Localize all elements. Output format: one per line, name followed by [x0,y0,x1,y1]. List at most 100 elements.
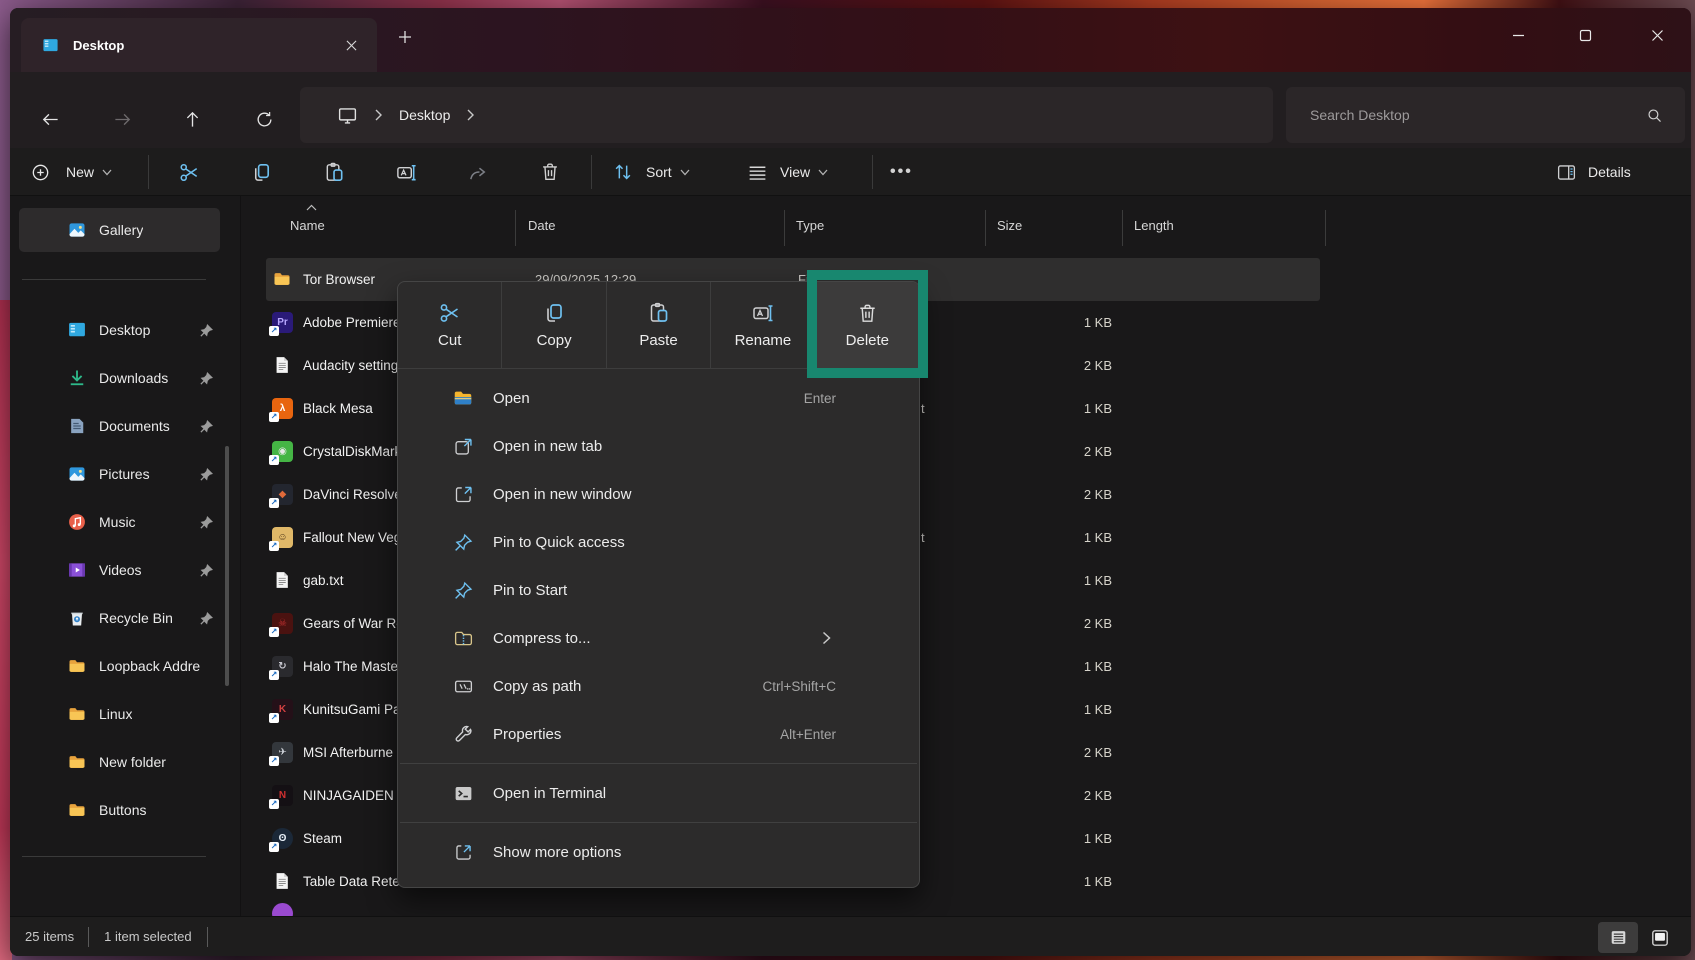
file-size: 1 KB [1010,530,1112,545]
app-shortcut-icon: λ↗ [272,398,293,419]
shortcut-arrow-icon: ↗ [269,627,279,637]
file-name: MSI Afterburne [303,745,393,760]
paste-button[interactable]: Paste [606,282,710,368]
pin-icon [451,532,475,553]
file-name: KunitsuGami Pa [303,702,401,717]
menu-item-label: Properties [493,726,561,743]
copy-button[interactable]: Copy [501,282,605,368]
item-count: 25 items [25,929,74,944]
app-shortcut-icon: ☠↗ [272,613,293,634]
menu-item-shortcut: Enter [804,391,836,406]
chevron-right-icon [822,631,831,645]
paste-icon [647,301,671,325]
quick-action-label: Rename [735,332,792,349]
menu-item-open-in-new-tab[interactable]: Open in new tab [398,422,919,470]
shortcut-arrow-icon: ↗ [269,455,279,465]
scissors-icon [438,301,462,325]
context-menu-items: OpenEnter Open in new tab Open in new wind… [398,369,919,882]
menu-item-open-in-terminal[interactable]: Open in Terminal [398,769,919,817]
file-name: NINJAGAIDEN 2 [303,788,405,803]
file-size: 2 KB [1010,788,1112,803]
menu-item-pin-to-start[interactable]: Pin to Start [398,566,919,614]
app-shortcut-icon: Pr↗ [272,312,293,333]
file-name: Steam [303,831,342,846]
folder-icon [272,269,293,290]
file-size: 2 KB [1010,745,1112,760]
file-name: Black Mesa [303,401,373,416]
text-document-icon [272,871,293,892]
wrench-icon [451,724,475,745]
app-shortcut-icon: ☺↗ [272,527,293,548]
file-name: Fallout New Veg [303,530,401,545]
menu-item-open[interactable]: OpenEnter [398,374,919,422]
menu-item-label: Open in new window [493,486,631,503]
menu-separator [400,822,917,823]
quick-action-label: Cut [438,332,461,349]
file-name: Adobe Premiere [303,315,401,330]
menu-item-open-in-new-window[interactable]: Open in new window [398,470,919,518]
menu-item-pin-to-quick-access[interactable]: Pin to Quick access [398,518,919,566]
shortcut-arrow-icon: ↗ [269,326,279,336]
text-document-icon [272,355,293,376]
file-name: Audacity setting [303,358,398,373]
app-shortcut-icon: ◆↗ [272,484,293,505]
file-size: 2 KB [1010,358,1112,373]
rename-button[interactable]: Rename [710,282,814,368]
menu-item-shortcut: Alt+Enter [780,727,836,742]
shortcut-arrow-icon: ↗ [269,541,279,551]
status-divider [207,927,208,947]
file-explorer-window: Desktop [10,8,1691,956]
show-more-icon [451,842,475,863]
file-name: DaVinci Resolve [303,487,402,502]
menu-item-label: Pin to Quick access [493,534,625,551]
terminal-icon [451,783,475,804]
cut-button[interactable]: Cut [398,282,501,368]
file-size: 1 KB [1010,831,1112,846]
file-size: 1 KB [1010,401,1112,416]
menu-item-label: Show more options [493,844,621,861]
menu-item-show-more-options[interactable]: Show more options [398,828,919,876]
menu-item-label: Open in new tab [493,438,602,455]
file-size: 1 KB [1010,874,1112,889]
shortcut-arrow-icon: ↗ [269,713,279,723]
shortcut-arrow-icon: ↗ [269,842,279,852]
quick-action-label: Paste [639,332,677,349]
shortcut-arrow-icon: ↗ [269,670,279,680]
file-size: 2 KB [1010,616,1112,631]
file-name: gab.txt [303,573,344,588]
menu-separator [400,763,917,764]
details-view-toggle[interactable] [1598,922,1638,953]
open-folder-icon [451,387,475,409]
open-new-tab-icon [451,436,475,457]
menu-item-label: Copy as path [493,678,581,695]
app-shortcut-icon: ✈↗ [272,742,293,763]
text-document-icon [272,570,293,591]
shortcut-arrow-icon: ↗ [269,498,279,508]
file-size: 1 KB [1010,573,1112,588]
file-size: 1 KB [1010,315,1112,330]
app-shortcut-icon: ʘ↗ [272,828,293,849]
menu-item-properties[interactable]: Properties Alt+Enter [398,710,919,758]
file-name: Tor Browser [303,272,375,287]
menu-item-label: Pin to Start [493,582,567,599]
file-name: CrystalDiskMark [303,444,401,459]
file-name: Gears of War Re [303,616,404,631]
zip-folder-icon [451,628,475,649]
selection-count: 1 item selected [104,929,191,944]
app-shortcut-icon: ↻↗ [272,656,293,677]
file-size: 2 KB [1010,487,1112,502]
shortcut-arrow-icon: ↗ [269,799,279,809]
status-divider [88,927,89,947]
quick-action-label: Copy [537,332,572,349]
app-shortcut-icon: N↗ [272,785,293,806]
app-shortcut-icon: K↗ [272,699,293,720]
menu-item-compress-to-[interactable]: Compress to... [398,614,919,662]
app-shortcut-icon: ◉↗ [272,441,293,462]
pin-icon [451,580,475,601]
menu-item-copy-as-path[interactable]: Copy as pathCtrl+Shift+C [398,662,919,710]
file-size: 1 KB [1010,659,1112,674]
menu-item-label: Compress to... [493,630,591,647]
open-new-window-icon [451,484,475,505]
shortcut-arrow-icon: ↗ [269,412,279,422]
thumbnail-view-toggle[interactable] [1642,922,1678,953]
